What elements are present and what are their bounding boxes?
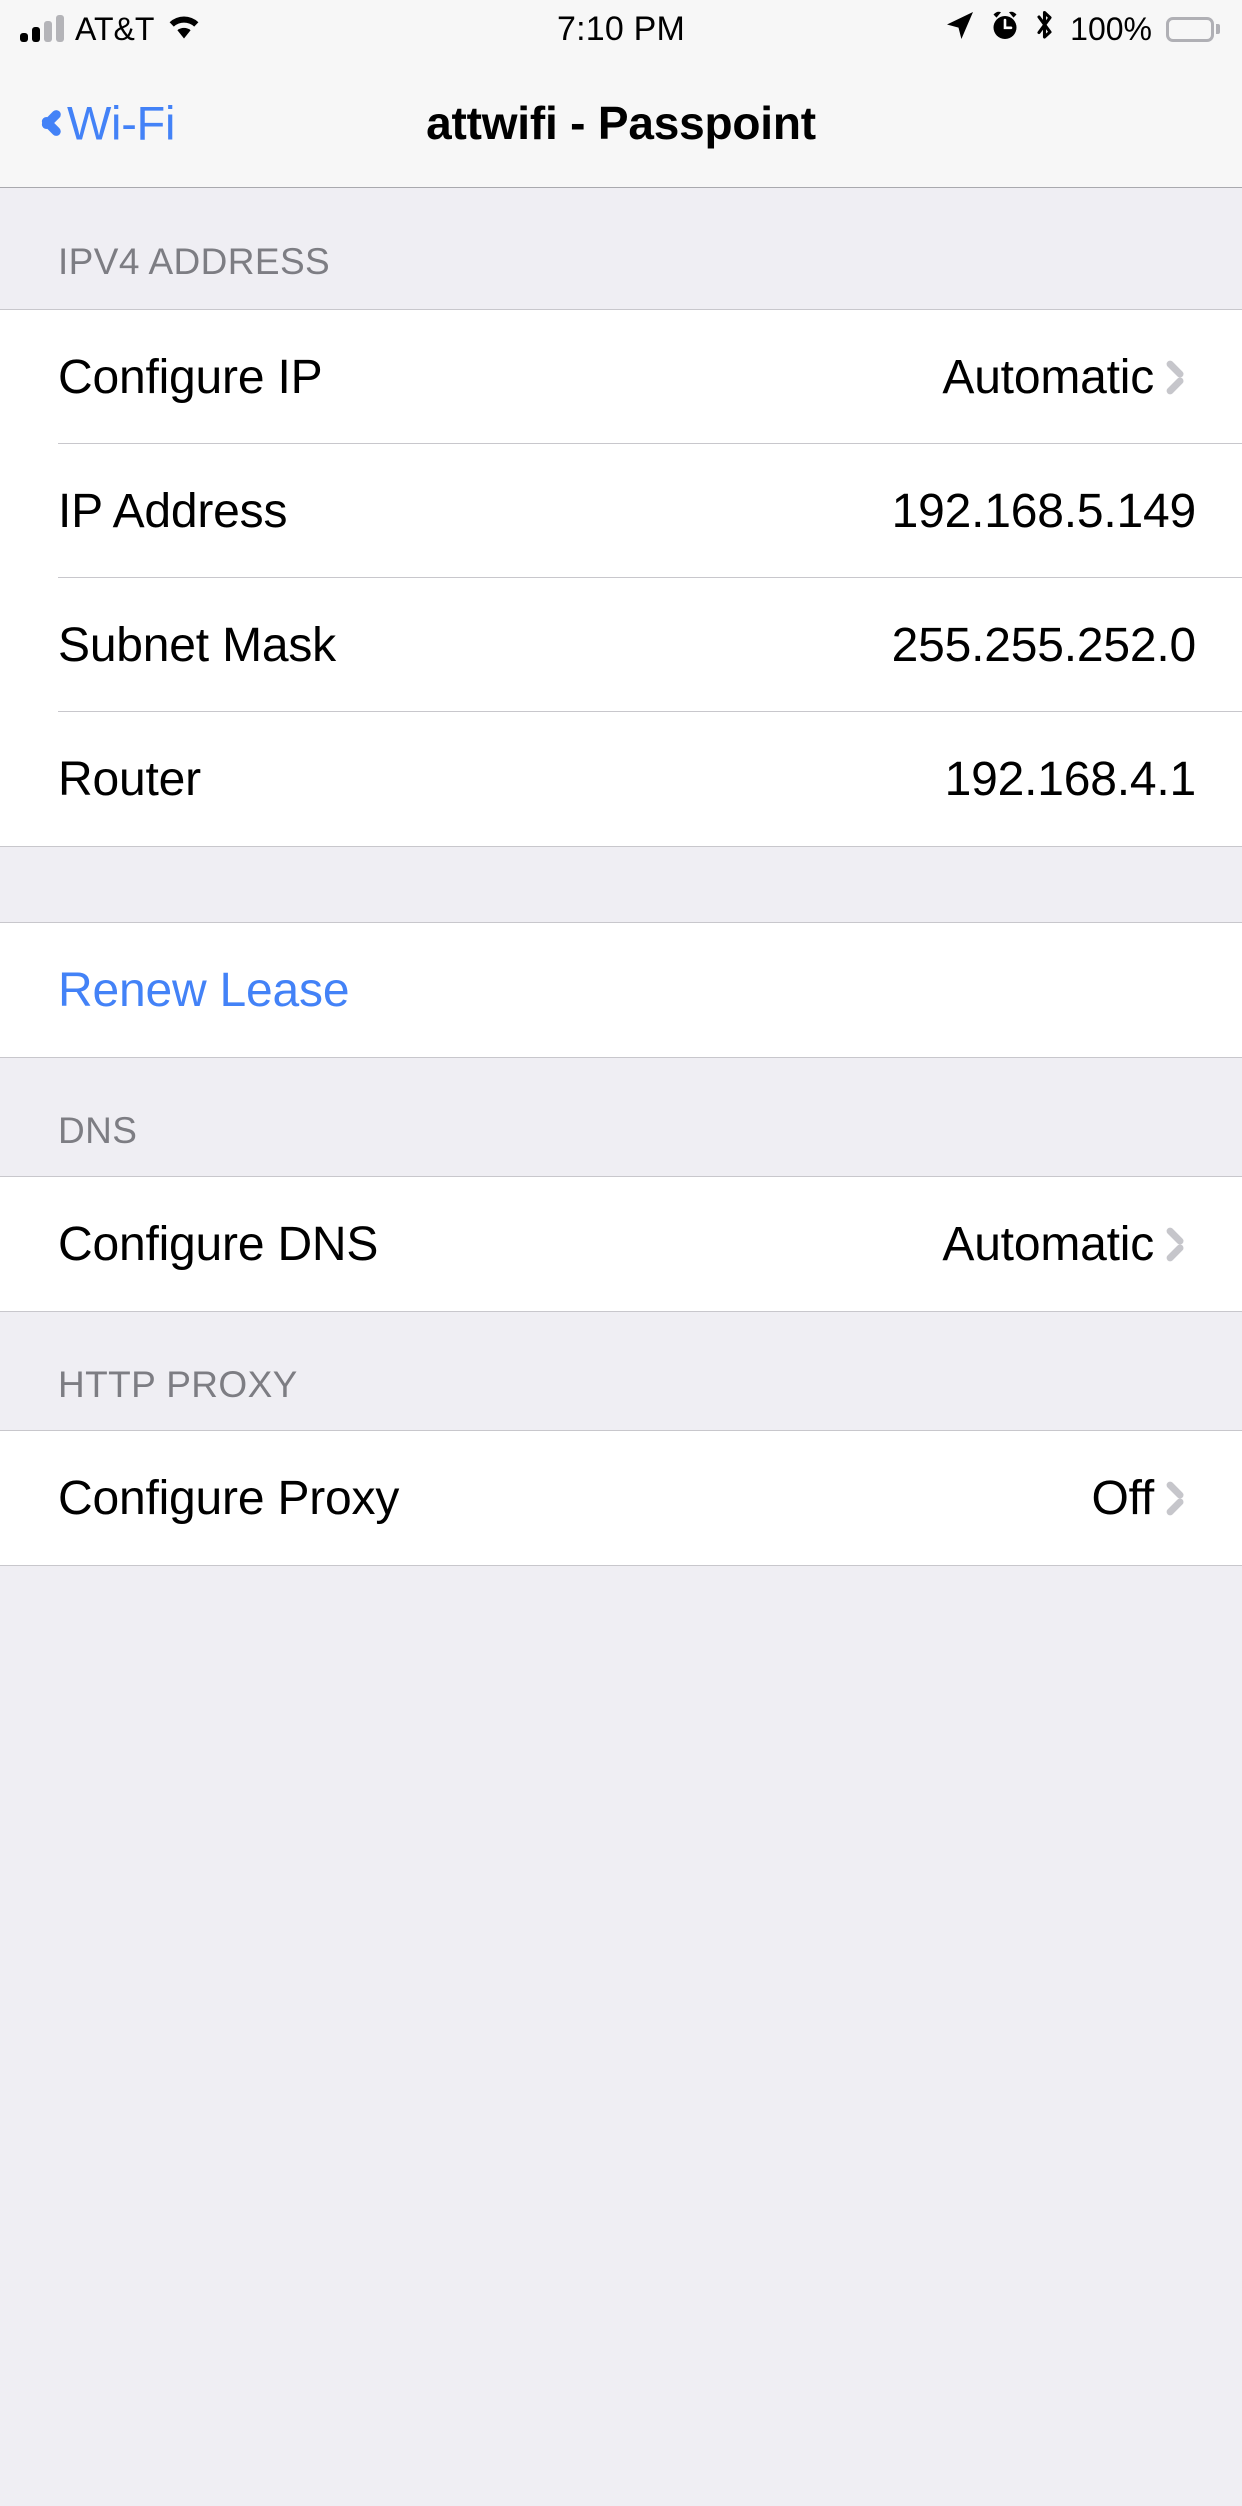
section-header-http-proxy: HTTP PROXY — [58, 1364, 298, 1405]
row-label: Configure IP — [58, 350, 323, 404]
row-value: Automatic — [942, 350, 1154, 404]
row-value: Automatic — [942, 1217, 1154, 1271]
row-accessory: 192.168.5.149 — [891, 484, 1197, 539]
chevron-right-icon — [1176, 1480, 1196, 1516]
renew-lease-label: Renew Lease — [58, 963, 350, 1017]
chevron-right-icon — [1176, 359, 1196, 395]
chevron-right-icon — [1176, 1226, 1196, 1262]
section-group-ipv4-address: Configure IP Automatic IP Address 192.16… — [0, 309, 1242, 847]
row-value: 255.255.252.0 — [891, 618, 1197, 672]
row-configure-ip[interactable]: Configure IP Automatic — [0, 310, 1242, 444]
section-group-dns: Configure DNS Automatic — [0, 1176, 1242, 1312]
row-accessory: Automatic — [942, 350, 1196, 405]
section-group-renew-lease: Renew Lease — [0, 922, 1242, 1058]
row-subnet-mask: Subnet Mask 255.255.252.0 — [0, 578, 1242, 712]
row-accessory: 192.168.4.1 — [944, 752, 1197, 807]
row-ip-address: IP Address 192.168.5.149 — [0, 444, 1242, 578]
row-label: IP Address — [58, 484, 288, 538]
row-value: 192.168.5.149 — [891, 484, 1197, 538]
row-label: Subnet Mask — [58, 618, 336, 672]
alarm-clock-icon — [990, 9, 1020, 50]
section-group-http-proxy: Configure Proxy Off — [0, 1430, 1242, 1566]
row-label: Configure DNS — [58, 1217, 379, 1271]
row-configure-dns[interactable]: Configure DNS Automatic — [0, 1177, 1242, 1311]
row-label: Router — [58, 752, 201, 806]
battery-percent-label: 100% — [1070, 10, 1152, 47]
bottom-filler — [0, 1566, 1242, 2506]
status-bar-right: 100% — [944, 8, 1220, 51]
navigation-bar: Wi-Fi attwifi - Passpoint — [0, 58, 1242, 188]
row-router: Router 192.168.4.1 — [0, 712, 1242, 846]
location-arrow-icon — [944, 9, 976, 50]
page-title: attwifi - Passpoint — [426, 96, 816, 149]
row-accessory: Automatic — [942, 1217, 1196, 1272]
bluetooth-icon — [1034, 8, 1056, 51]
row-label: Configure Proxy — [58, 1471, 400, 1525]
iphone-screen: AT&T 7:10 PM 100% Wi-Fi attwifi - Passpo… — [0, 0, 1242, 2208]
section-header-ipv4-address: IPV4 ADDRESS — [58, 241, 331, 282]
row-accessory: 255.255.252.0 — [891, 618, 1197, 673]
row-value: Off — [1091, 1471, 1154, 1525]
settings-list: IPV4 ADDRESS Configure IP Automatic IP A… — [0, 189, 1242, 2208]
battery-icon — [1166, 16, 1220, 42]
status-bar: AT&T 7:10 PM 100% — [0, 0, 1242, 58]
section-header-dns: DNS — [58, 1110, 138, 1151]
row-value: 192.168.4.1 — [944, 752, 1197, 806]
row-renew-lease[interactable]: Renew Lease — [0, 923, 1242, 1057]
row-configure-proxy[interactable]: Configure Proxy Off — [0, 1431, 1242, 1565]
row-accessory: Off — [1091, 1471, 1196, 1526]
